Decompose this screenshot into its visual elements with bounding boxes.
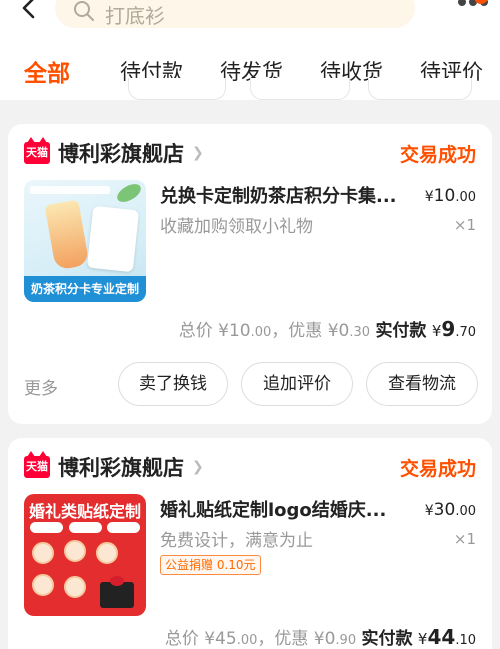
order-totals: 总价 ¥10.00，优惠 ¥0.30 实付款 ¥9.70: [178, 317, 476, 341]
charity-donation-tag: 公益捐赠 0.10元: [160, 555, 261, 575]
product-image[interactable]: 奶茶积分卡专业定制: [24, 180, 146, 302]
tmall-logo: 天猫: [24, 137, 50, 164]
previous-action-button[interactable]: [128, 78, 226, 100]
product-title[interactable]: 婚礼贴纸定制logo结婚庆...: [160, 496, 404, 522]
order-card[interactable]: 天猫 博利彩旗舰店 ❯ 交易成功 奶茶积分卡专业定制 兑换卡定制奶茶店积分卡集.…: [8, 124, 492, 424]
product-quantity: ×1: [453, 216, 476, 234]
product-subtitle: 免费设计，满意为止: [160, 531, 313, 551]
tab-all[interactable]: 全部: [24, 54, 70, 88]
view-logistics-button[interactable]: 查看物流: [366, 362, 478, 406]
chevron-right-icon[interactable]: ❯: [192, 145, 204, 161]
chevron-right-icon[interactable]: ❯: [192, 459, 204, 475]
product-image[interactable]: 婚礼类贴纸定制: [24, 494, 146, 616]
product-image-banner: 奶茶积分卡专业定制: [24, 276, 146, 302]
product-price: ¥10.00: [424, 186, 476, 206]
search-placeholder: 打底衫: [105, 4, 165, 28]
previous-order-buttons: [0, 78, 500, 104]
resell-button[interactable]: 卖了换钱: [118, 362, 228, 406]
shop-name[interactable]: 博利彩旗舰店: [58, 452, 184, 482]
order-totals: 总价 ¥45.00，优惠 ¥0.90 实付款 ¥44.10: [164, 625, 476, 649]
previous-action-button[interactable]: [250, 78, 350, 100]
order-card[interactable]: 天猫 博利彩旗舰店 ❯ 交易成功 婚礼类贴纸定制 婚礼贴纸定制logo结婚庆..…: [8, 438, 492, 649]
back-arrow-icon[interactable]: [18, 0, 42, 20]
tmall-logo: 天猫: [24, 451, 50, 478]
order-status: 交易成功: [399, 458, 476, 480]
product-quantity: ×1: [453, 530, 476, 548]
shop-name[interactable]: 博利彩旗舰店: [58, 138, 184, 168]
product-subtitle: 收藏加购领取小礼物: [160, 217, 313, 237]
search-bar[interactable]: 打底衫: [55, 0, 415, 28]
more-options[interactable]: 更多: [24, 374, 58, 399]
product-title[interactable]: 兑换卡定制奶茶店积分卡集...: [160, 182, 412, 208]
more-menu-icon[interactable]: [458, 0, 488, 12]
search-icon: [74, 1, 94, 21]
previous-action-button[interactable]: [368, 78, 472, 100]
product-image-title: 婚礼类贴纸定制: [28, 502, 141, 521]
add-review-button[interactable]: 追加评价: [241, 362, 353, 406]
order-status: 交易成功: [399, 144, 476, 166]
product-price: ¥30.00: [424, 500, 476, 520]
